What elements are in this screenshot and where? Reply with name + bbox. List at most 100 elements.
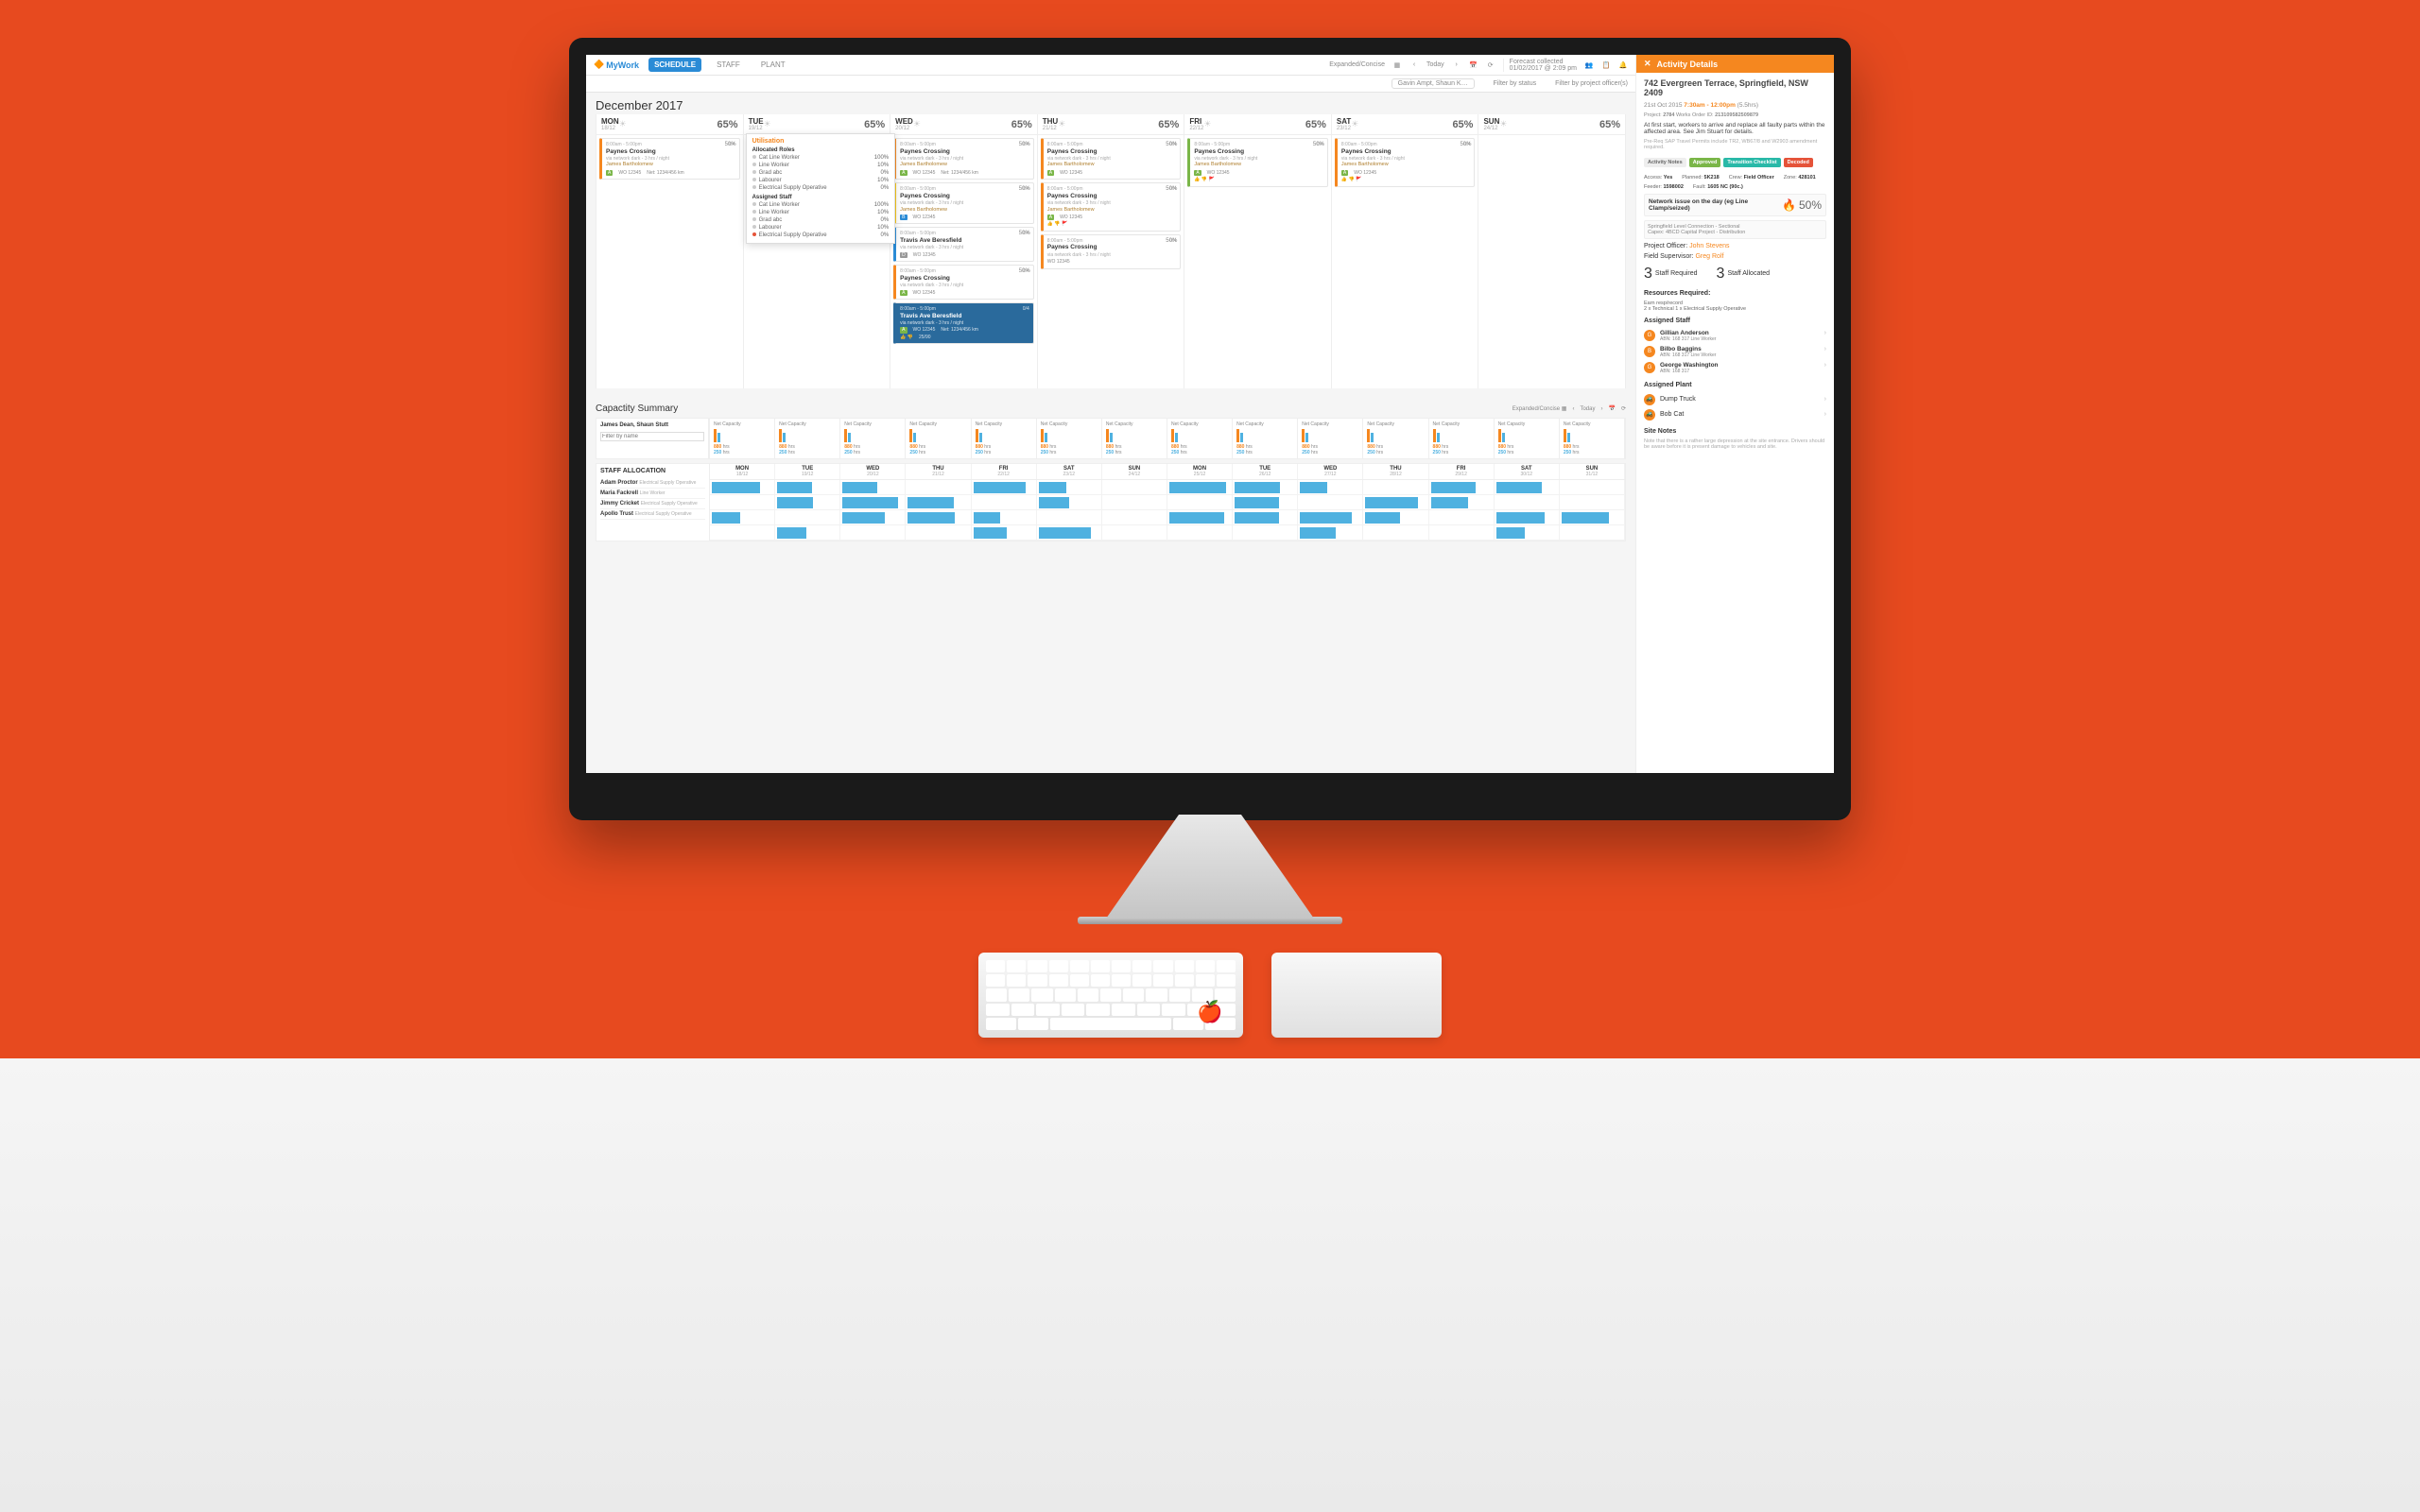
activity-info: Access: Yes Planned: 5K218 Crew: Field O… [1644, 175, 1826, 190]
day-name: TUE [749, 117, 764, 126]
popover-title: Utilisation [752, 138, 890, 145]
cap-today[interactable]: Today [1580, 406, 1595, 412]
assigned-staff-heading: Assigned Staff [1644, 318, 1826, 324]
staff-allocation: STAFF ALLOCATION Adam Proctor Electrical… [596, 463, 1626, 541]
tag-box: Springfield Level Connection - Sectional… [1644, 220, 1826, 239]
cap-prev[interactable]: ‹ [1572, 406, 1574, 412]
activity-card[interactable]: 8:00am - 5:00pm0/4 Paynes Crossing via n… [599, 138, 740, 180]
capacity-strip: Net Capacity880 hrs250 hrsNet Capacity88… [709, 418, 1626, 459]
alloc-staff-name: Maria Fackrell Line Worker [600, 489, 705, 499]
activity-card[interactable]: 8:00am - 5:00pm0/4Travis Ave Beresfieldv… [893, 227, 1034, 262]
grid-icon[interactable]: ▦ [1392, 60, 1402, 70]
tab-plant[interactable]: PLANT [755, 58, 791, 72]
capacity-filter-input[interactable] [600, 432, 704, 441]
day-util: 65% [717, 119, 738, 130]
utilisation-popover: Utilisation Allocated Roles Cat Line Wor… [746, 133, 896, 244]
capacity-cell: Net Capacity880 hrs250 hrs [906, 419, 971, 458]
alloc-day-head: SUN24/12 [1102, 464, 1167, 479]
refresh-icon[interactable]: ⟳ [1486, 60, 1495, 70]
activity-card[interactable]: 8:00am - 5:00pm0/4Paynes Crossingvia net… [893, 265, 1034, 300]
capacity-cell: Net Capacity880 hrs250 hrs [972, 419, 1037, 458]
assigned-staff-item[interactable]: GGillian AndersonABN: 168 317 Line Worke… [1644, 328, 1826, 344]
trackpad [1271, 953, 1442, 1038]
capacity-names: James Dean, Shaun Stutt [596, 418, 709, 459]
activity-fineprint: Pre-Req SAP Travel Permits include TR2, … [1644, 139, 1826, 150]
prev-icon[interactable]: ‹ [1409, 60, 1419, 70]
assigned-staff-item[interactable]: BBilbo BagginsABN: 168 317 Line Worker› [1644, 344, 1826, 360]
day-name: FRI [1189, 117, 1203, 126]
activity-datetime: 21st Oct 2015 7:30am - 12:00pm (5.5hrs) [1644, 102, 1826, 109]
close-icon[interactable]: ✕ [1644, 59, 1651, 69]
keyboard [978, 953, 1243, 1038]
day-date: 23/12 [1337, 126, 1351, 131]
activity-card[interactable]: 8:00am - 5:00pm0/4Paynes Crossingvia net… [893, 182, 1034, 224]
cap-refresh-icon[interactable]: ⟳ [1621, 405, 1626, 412]
cap-view-toggle[interactable]: Expanded/Concise ▦ [1512, 405, 1567, 412]
today-button[interactable]: Today [1426, 61, 1444, 68]
cap-calendar-icon[interactable]: 📅 [1608, 405, 1615, 412]
alloc-day-head: TUE19/12 [775, 464, 840, 479]
chip-approved[interactable]: Approved [1689, 158, 1721, 167]
day-util: 65% [1599, 119, 1620, 130]
officer-filter[interactable]: Filter by project officer(s) [1555, 80, 1628, 87]
weather-icon: ☀ [1499, 119, 1507, 129]
page-title: December 2017 [586, 93, 1635, 114]
chip-checklist[interactable]: Transition Checklist [1723, 158, 1780, 167]
day-name: SAT [1337, 117, 1351, 126]
alloc-day-head: FRI22/12 [972, 464, 1037, 479]
capacity-cell: Net Capacity880 hrs250 hrs [1495, 419, 1560, 458]
alloc-day-head: SUN31/12 [1560, 464, 1625, 479]
people-icon[interactable]: 👥 [1584, 60, 1594, 70]
activity-card-selected[interactable]: 8:00am - 5:00pm0/4Travis Ave Beresfieldv… [893, 302, 1034, 344]
day-name: SUN [1483, 117, 1499, 126]
alloc-day-head: THU28/12 [1363, 464, 1428, 479]
day-util: 65% [864, 119, 885, 130]
capacity-title: Capactity Summary [596, 404, 678, 414]
capacity-cell: Net Capacity880 hrs250 hrs [1233, 419, 1298, 458]
day-date: 24/12 [1483, 126, 1499, 131]
tab-schedule[interactable]: SCHEDULE [648, 58, 701, 72]
site-notes: Note that there is a rather large depres… [1644, 438, 1826, 450]
alloc-day-head: SAT30/12 [1495, 464, 1560, 479]
capacity-cell: Net Capacity880 hrs250 hrs [1560, 419, 1625, 458]
day-col-fri: FRI22/12☀65% 8:00am - 5:00pm0/4Paynes Cr… [1184, 114, 1332, 388]
day-col-sat: SAT23/12☀65% 8:00am - 5:00pm0/4Paynes Cr… [1332, 114, 1479, 388]
activity-card[interactable]: 8:00am - 5:00pm0/4Paynes Crossingvia net… [1335, 138, 1476, 187]
next-icon[interactable]: › [1452, 60, 1461, 70]
assigned-plant-item[interactable]: 🚜Dump Truck› [1644, 392, 1826, 407]
activity-card[interactable]: 8:00am - 5:00pm0/4Paynes Crossingvia net… [1187, 138, 1328, 187]
activity-card[interactable]: 8:00am - 5:00pm0/4Paynes Crossingvia net… [1041, 182, 1182, 232]
popover-section: Allocated Roles [752, 147, 890, 153]
popover-section: Assigned Staff [752, 195, 890, 200]
assigned-staff-item[interactable]: GGeorge WashingtonABN: 168 317› [1644, 360, 1826, 376]
tab-staff[interactable]: STAFF [711, 58, 746, 72]
people-filter[interactable]: Gavin Ampt, Shaun K… [1392, 78, 1475, 89]
capacity-cell: Net Capacity880 hrs250 hrs [840, 419, 906, 458]
activity-card[interactable]: 8:00am - 5:00pm0/4Paynes Crossingvia net… [1041, 234, 1182, 269]
activity-meta: Project: 2784 Works Order ID: 2131095825… [1644, 112, 1826, 118]
status-filter[interactable]: Filter by status [1494, 80, 1537, 87]
assigned-plant-item[interactable]: 🚜Bob Cat› [1644, 407, 1826, 422]
cap-next[interactable]: › [1600, 406, 1602, 412]
week-schedule: MON18/12☀65% 8:00am - 5:00pm0/4 Paynes C… [586, 114, 1635, 398]
resources-heading: Resources Required: [1644, 290, 1826, 297]
weather-icon: ☀ [1351, 119, 1358, 129]
calendar-icon[interactable]: 📅 [1469, 60, 1478, 70]
alloc-row [710, 495, 1625, 510]
alloc-row [710, 480, 1625, 495]
forecast-time: 01/02/2017 @ 2:09 pm [1510, 65, 1577, 72]
activity-card[interactable]: 8:00am - 5:00pm0/4Paynes Crossingvia net… [1041, 138, 1182, 180]
copy-icon[interactable]: 📋 [1601, 60, 1611, 70]
day-col-tue: TUE19/12☀65% Utilisation Allocated Roles… [744, 114, 891, 388]
activity-card[interactable]: 8:00am - 5:00pm0/4Paynes Crossingvia net… [893, 138, 1034, 180]
bell-icon[interactable]: 🔔 [1618, 60, 1628, 70]
alloc-heading: STAFF ALLOCATION [600, 468, 705, 474]
alloc-day-head: WED20/12 [840, 464, 906, 479]
view-toggle[interactable]: Expanded/Concise [1329, 61, 1385, 68]
chip-notes[interactable]: Activity Notes [1644, 158, 1686, 167]
assigned-plant-heading: Assigned Plant [1644, 382, 1826, 388]
activity-address: 742 Evergreen Terrace, Springfield, NSW … [1644, 78, 1826, 98]
alloc-row [710, 525, 1625, 541]
filter-bar: Gavin Ampt, Shaun K… Filter by status Fi… [586, 76, 1635, 93]
chip-decoded[interactable]: Decoded [1784, 158, 1813, 167]
